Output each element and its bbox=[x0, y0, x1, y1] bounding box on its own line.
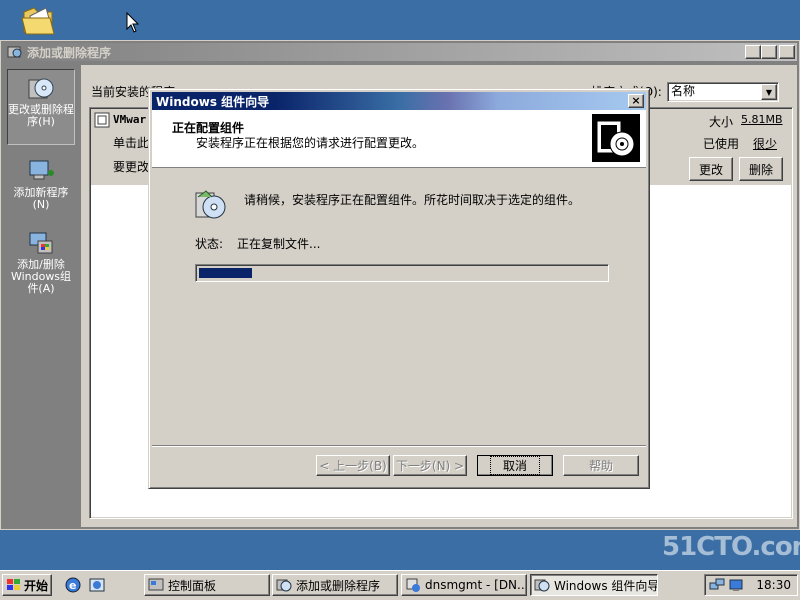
mouse-cursor-icon bbox=[126, 12, 140, 33]
wizard-icon bbox=[534, 579, 550, 592]
software-box-cd-icon bbox=[592, 114, 640, 162]
main-window-title: 添加或删除程序 bbox=[27, 45, 112, 60]
close-button[interactable]: × bbox=[779, 45, 795, 59]
sidebar-item-label: 添加/删除Windows组件(A) bbox=[10, 258, 72, 295]
minimize-button[interactable]: _ bbox=[745, 45, 761, 59]
maximize-button[interactable]: □ bbox=[761, 45, 777, 59]
program-click-hint: 单击此 bbox=[113, 136, 150, 150]
sidebar-item-change-remove[interactable]: 更改或删除程序(H) bbox=[7, 69, 75, 145]
task-windows-components-wizard[interactable]: Windows 组件向导 bbox=[530, 574, 658, 596]
wizard-body: 请稍候，安装程序正在配置组件。所花时间取决于选定的组件。 状态: 正在复制文件.… bbox=[152, 169, 646, 446]
svg-text:e: e bbox=[69, 579, 76, 592]
windows-components-icon bbox=[29, 232, 53, 254]
task-dnsmgmt[interactable]: dnsmgmt - [DN... bbox=[401, 574, 527, 596]
size-value: 5.81MB bbox=[741, 113, 783, 126]
clock[interactable]: 18:30 bbox=[756, 578, 791, 592]
control-panel-icon bbox=[148, 578, 164, 591]
back-button[interactable]: < 上一步(B) bbox=[316, 455, 390, 476]
cancel-button[interactable]: 取消 bbox=[477, 455, 553, 476]
sort-value: 名称 bbox=[671, 84, 696, 98]
status-value: 正在复制文件... bbox=[237, 237, 321, 251]
watermark-logo: 51CTO.com bbox=[662, 532, 800, 562]
cancel-label: 取消 bbox=[489, 456, 540, 475]
task-label: 控制面板 bbox=[168, 578, 217, 593]
main-window-titlebar[interactable]: 添加或删除程序 _ □ × bbox=[3, 43, 797, 61]
task-label: 添加或删除程序 bbox=[296, 578, 381, 593]
windows-flag-icon bbox=[7, 579, 20, 590]
size-label: 大小 bbox=[709, 115, 734, 129]
chevron-down-icon[interactable]: ▼ bbox=[761, 84, 777, 100]
installer-cd-icon bbox=[195, 190, 226, 219]
wizard-titlebar[interactable]: Windows 组件向导 × bbox=[152, 92, 646, 110]
used-label: 已使用 bbox=[703, 137, 740, 151]
wizard-subheading: 安装程序正在根据您的请求进行配置更改。 bbox=[196, 136, 425, 150]
sort-dropdown[interactable]: 名称 ▼ bbox=[667, 82, 779, 102]
program-name: VMwar bbox=[113, 113, 147, 126]
progress-bar-fill bbox=[199, 268, 252, 278]
next-button[interactable]: 下一步(N) > bbox=[393, 455, 467, 476]
help-button[interactable]: 帮助 bbox=[563, 455, 639, 476]
sidebar-item-windows-components[interactable]: 添加/删除Windows组件(A) bbox=[7, 225, 75, 301]
sidebar-item-label: 更改或删除程序(H) bbox=[8, 103, 74, 128]
wizard-header: 正在配置组件 安装程序正在根据您的请求进行配置更改。 bbox=[152, 110, 646, 168]
start-label: 开始 bbox=[24, 578, 49, 593]
task-label: dnsmgmt - [DN... bbox=[425, 578, 527, 592]
sidebar: 更改或删除程序(H) 添加新程序(N) 添加/删除Windows组件(A) bbox=[5, 65, 77, 527]
display-icon[interactable] bbox=[728, 577, 744, 593]
wizard-title: Windows 组件向导 bbox=[156, 94, 270, 109]
progress-bar bbox=[195, 264, 609, 282]
used-value[interactable]: 很少 bbox=[753, 135, 777, 152]
dns-console-icon bbox=[406, 578, 420, 592]
program-change-hint: 要更改 bbox=[113, 160, 150, 174]
add-remove-programs-icon bbox=[276, 579, 292, 592]
system-tray: 18:30 bbox=[704, 574, 798, 596]
wizard-close-button[interactable]: × bbox=[628, 94, 644, 108]
windows-components-wizard: Windows 组件向导 × 正在配置组件 安装程序正在根据您的请求进行配置更改… bbox=[148, 88, 650, 489]
button-separator bbox=[152, 445, 646, 447]
wait-message: 请稍候，安装程序正在配置组件。所花时间取决于选定的组件。 bbox=[244, 193, 581, 207]
add-remove-programs-icon bbox=[7, 46, 22, 58]
change-button[interactable]: 更改 bbox=[689, 157, 733, 181]
taskbar: 开始 e 控制面板 添加或删除程序 dnsmgmt - [DN... Windo… bbox=[0, 570, 800, 600]
task-add-remove-programs[interactable]: 添加或删除程序 bbox=[272, 574, 398, 596]
add-program-icon bbox=[29, 160, 54, 180]
folder-icon bbox=[21, 7, 55, 35]
sidebar-item-add-new[interactable]: 添加新程序(N) bbox=[7, 153, 75, 217]
task-control-panel[interactable]: 控制面板 bbox=[144, 574, 270, 596]
cd-box-icon bbox=[28, 78, 54, 99]
internet-explorer-icon[interactable]: e bbox=[64, 576, 82, 594]
show-desktop-icon[interactable] bbox=[88, 576, 106, 594]
my-documents-desktop-icon[interactable] bbox=[18, 2, 62, 40]
status-label: 状态: bbox=[195, 237, 224, 251]
remove-button[interactable]: 删除 bbox=[739, 157, 783, 181]
task-label: Windows 组件向导 bbox=[554, 578, 658, 593]
start-button[interactable]: 开始 bbox=[2, 574, 52, 596]
sidebar-item-label: 添加新程序(N) bbox=[13, 186, 69, 211]
network-icon[interactable] bbox=[709, 577, 725, 593]
vmware-icon bbox=[94, 112, 110, 128]
